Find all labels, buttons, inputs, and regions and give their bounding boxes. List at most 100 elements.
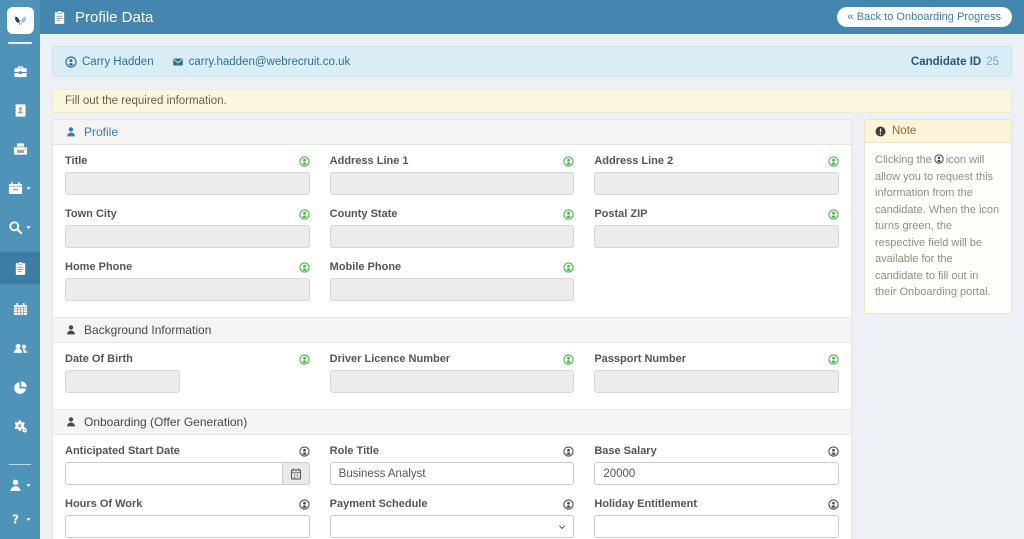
field-label: Base Salary <box>594 445 656 457</box>
field-county-state: County State <box>330 207 575 248</box>
person-icon <box>65 324 77 336</box>
briefcase-icon <box>13 64 28 79</box>
caret-down-icon <box>25 482 32 489</box>
request-candidate-icon[interactable] <box>563 262 574 273</box>
home-phone-input[interactable] <box>65 278 310 301</box>
sidebar-item-help[interactable]: ? <box>0 505 40 533</box>
address-line-2-input[interactable] <box>594 172 839 195</box>
field-label: Town City <box>65 208 117 220</box>
field-payment-schedule: Payment Schedule <box>330 497 575 538</box>
info-icon <box>875 126 886 137</box>
request-candidate-icon[interactable] <box>299 262 310 273</box>
svg-text:?: ? <box>12 512 19 526</box>
sidebar-item-calendar[interactable] <box>0 295 40 323</box>
request-candidate-icon[interactable] <box>563 446 574 457</box>
section-title: Background Information <box>84 323 211 337</box>
candidate-info-bar: Carry Hadden carry.hadden@webrecruit.co.… <box>52 46 1012 77</box>
sidebar-item-reports[interactable] <box>0 373 40 401</box>
sidebar-item-account[interactable] <box>0 471 40 499</box>
onboarding-fields: Anticipated Start Date Role Title Base S… <box>53 435 851 539</box>
sidebar-item-schedule[interactable] <box>0 174 40 202</box>
sidebar-item-contacts[interactable] <box>0 96 40 124</box>
info-alert: Fill out the required information. <box>52 89 1012 113</box>
address-book-icon <box>13 103 28 118</box>
pie-chart-icon <box>13 380 28 395</box>
hours-of-work-input[interactable] <box>65 515 310 538</box>
request-candidate-icon[interactable] <box>828 446 839 457</box>
search-icon <box>8 220 23 235</box>
clipboard-icon <box>13 261 28 276</box>
sidebar-item-search[interactable] <box>0 213 40 241</box>
person-icon <box>65 416 77 428</box>
question-icon: ? <box>8 512 23 527</box>
field-label: Hours Of Work <box>65 498 142 510</box>
request-candidate-icon[interactable] <box>563 209 574 220</box>
request-candidate-icon[interactable] <box>828 354 839 365</box>
field-home-phone: Home Phone <box>65 260 310 301</box>
person-circle-icon <box>934 154 944 164</box>
holiday-entitlement-input[interactable] <box>594 515 839 538</box>
sidebar-item-briefcase[interactable] <box>0 57 40 85</box>
field-postal-zip: Postal ZIP <box>594 207 839 248</box>
base-salary-input[interactable] <box>594 462 839 485</box>
driver-licence-number-input[interactable] <box>330 370 575 393</box>
passport-number-input[interactable] <box>594 370 839 393</box>
request-candidate-icon[interactable] <box>828 156 839 167</box>
title-input[interactable] <box>65 172 310 195</box>
request-candidate-icon[interactable] <box>563 499 574 510</box>
field-label: Payment Schedule <box>330 498 428 510</box>
request-candidate-icon[interactable] <box>828 209 839 220</box>
request-candidate-icon[interactable] <box>299 209 310 220</box>
sidebar-item-settings[interactable] <box>0 412 40 440</box>
field-label: Anticipated Start Date <box>65 445 180 457</box>
candidate-name-text: Carry Hadden <box>82 56 154 68</box>
note-title: Note <box>892 125 916 137</box>
gears-icon <box>13 419 28 434</box>
note-body: Clicking theicon will allow you to reque… <box>865 143 1011 313</box>
field-mobile-phone: Mobile Phone <box>330 260 575 301</box>
note-text-after: icon will allow you to request this info… <box>875 154 999 298</box>
profile-form-panel: Profile Title Address Line 1 Address Lin… <box>52 119 852 539</box>
request-candidate-icon[interactable] <box>563 354 574 365</box>
sidebar-item-profile-data-active[interactable] <box>0 252 40 284</box>
postal-zip-input[interactable] <box>594 225 839 248</box>
caret-down-icon <box>25 224 32 231</box>
top-bar: Profile Data « Back to Onboarding Progre… <box>40 0 1024 34</box>
candidate-id-label: Candidate ID <box>911 56 981 68</box>
request-candidate-icon[interactable] <box>299 156 310 167</box>
request-candidate-icon[interactable] <box>299 499 310 510</box>
town-city-input[interactable] <box>65 225 310 248</box>
field-role-title: Role Title <box>330 444 575 485</box>
field-address-line-2: Address Line 2 <box>594 154 839 195</box>
alert-text: Fill out the required information. <box>65 95 227 107</box>
section-header-profile: Profile <box>53 120 851 145</box>
sidebar-item-users[interactable] <box>0 334 40 362</box>
note-header: Note <box>865 120 1011 143</box>
field-date-of-birth: Date Of Birth <box>65 352 310 393</box>
field-town-city: Town City <box>65 207 310 248</box>
field-label: Address Line 2 <box>594 155 673 167</box>
address-line-1-input[interactable] <box>330 172 575 195</box>
mobile-phone-input[interactable] <box>330 278 575 301</box>
back-to-onboarding-button[interactable]: « Back to Onboarding Progress <box>837 7 1012 27</box>
sidebar-divider <box>9 464 31 465</box>
date-of-birth-input[interactable] <box>65 370 180 393</box>
person-icon <box>65 126 77 138</box>
request-candidate-icon[interactable] <box>299 446 310 457</box>
calendar-picker-button[interactable] <box>283 462 310 485</box>
county-state-input[interactable] <box>330 225 575 248</box>
sidebar-item-fax[interactable] <box>0 135 40 163</box>
request-candidate-icon[interactable] <box>828 499 839 510</box>
anticipated-start-date-input[interactable] <box>65 462 283 485</box>
field-base-salary: Base Salary <box>594 444 839 485</box>
field-driver-licence-number: Driver Licence Number <box>330 352 575 393</box>
request-candidate-icon[interactable] <box>299 354 310 365</box>
payment-schedule-select[interactable] <box>330 515 575 538</box>
field-passport-number: Passport Number <box>594 352 839 393</box>
note-text-before: Clicking the <box>875 154 932 166</box>
field-hours-of-work: Hours Of Work <box>65 497 310 538</box>
field-label: Holiday Entitlement <box>594 498 697 510</box>
app-logo <box>7 7 34 34</box>
request-candidate-icon[interactable] <box>563 156 574 167</box>
role-title-input[interactable] <box>330 462 575 485</box>
